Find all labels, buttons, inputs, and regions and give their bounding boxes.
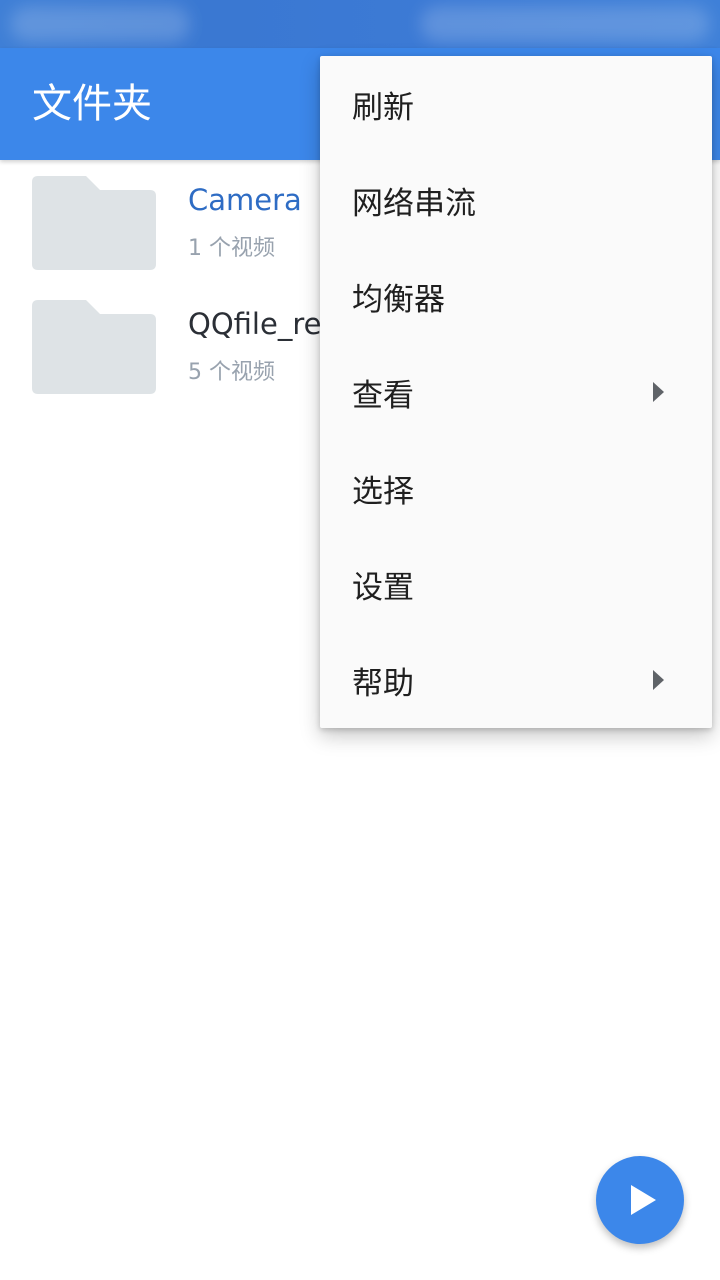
menu-item-label: 选择 bbox=[352, 473, 414, 510]
menu-item-label: 网络串流 bbox=[352, 185, 476, 222]
status-bar-blur bbox=[420, 6, 710, 42]
folder-name: Camera bbox=[188, 183, 302, 217]
chevron-right-icon bbox=[653, 382, 664, 402]
menu-item-equalizer[interactable]: 均衡器 bbox=[320, 248, 712, 344]
folder-icon bbox=[32, 300, 156, 394]
menu-item-label: 查看 bbox=[352, 377, 414, 414]
menu-item-network-stream[interactable]: 网络串流 bbox=[320, 152, 712, 248]
menu-item-refresh[interactable]: 刷新 bbox=[320, 56, 712, 152]
menu-item-view[interactable]: 查看 bbox=[320, 344, 712, 440]
menu-item-label: 帮助 bbox=[352, 665, 414, 702]
menu-item-settings[interactable]: 设置 bbox=[320, 536, 712, 632]
overflow-menu: 刷新 网络串流 均衡器 查看 选择 设置 帮助 bbox=[320, 56, 712, 728]
menu-item-label: 刷新 bbox=[352, 89, 414, 126]
folder-video-count: 1 个视频 bbox=[188, 236, 275, 261]
menu-item-select[interactable]: 选择 bbox=[320, 440, 712, 536]
folder-video-count: 5 个视频 bbox=[188, 360, 275, 385]
screen: 文件夹 Camera 1 个视频 QQfile_recv 5 个视频 刷新 网络… bbox=[0, 0, 720, 1280]
menu-item-help[interactable]: 帮助 bbox=[320, 632, 712, 728]
page-title: 文件夹 bbox=[32, 81, 152, 127]
menu-item-label: 均衡器 bbox=[352, 281, 445, 318]
play-button[interactable] bbox=[596, 1156, 684, 1244]
play-icon bbox=[631, 1185, 656, 1215]
folder-icon bbox=[32, 176, 156, 270]
menu-item-label: 设置 bbox=[352, 569, 414, 606]
status-bar-blur bbox=[10, 6, 190, 42]
chevron-right-icon bbox=[653, 670, 664, 690]
status-bar bbox=[0, 0, 720, 48]
